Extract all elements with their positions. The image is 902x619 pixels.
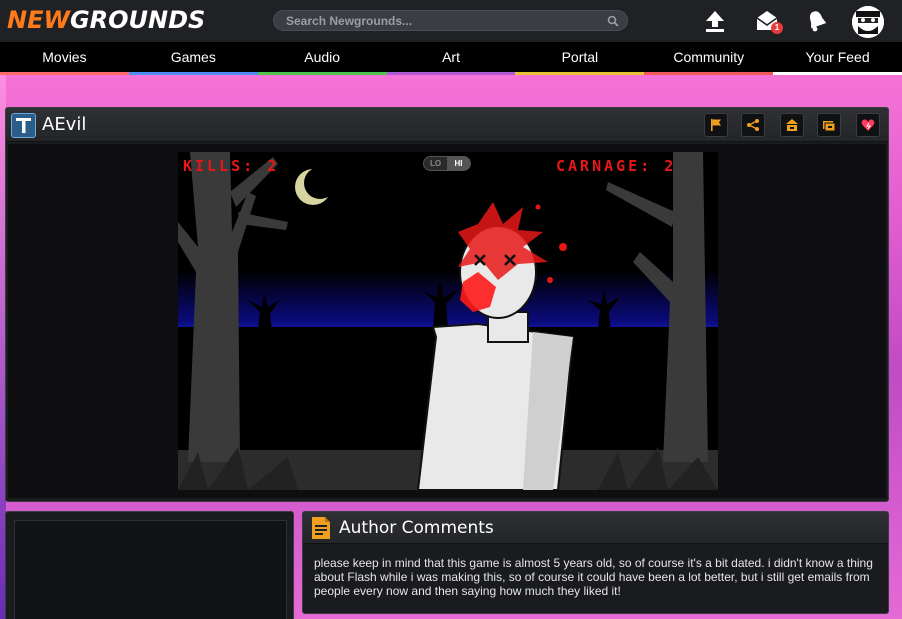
favorite-folder-icon bbox=[823, 121, 836, 132]
share-button[interactable] bbox=[741, 113, 765, 137]
nav-movies[interactable]: Movies bbox=[0, 42, 129, 75]
heart-icon bbox=[861, 119, 875, 131]
upload-icon[interactable] bbox=[702, 8, 728, 34]
upload-to-button[interactable] bbox=[780, 113, 804, 137]
game-canvas[interactable]: KILLS: 2 CARNAGE: 2 LO HI bbox=[178, 152, 718, 490]
kills-counter: KILLS: 2 bbox=[183, 157, 280, 175]
document-icon bbox=[312, 517, 330, 539]
nav-games[interactable]: Games bbox=[128, 42, 258, 75]
quality-hi[interactable]: HI bbox=[447, 157, 470, 170]
nav-underline bbox=[128, 72, 258, 75]
search-input[interactable] bbox=[286, 11, 596, 30]
carnage-counter: CARNAGE: 2 bbox=[556, 157, 677, 175]
side-panel bbox=[5, 511, 294, 619]
nav-underline bbox=[0, 72, 129, 75]
nav-underline bbox=[644, 72, 774, 75]
nav-underline bbox=[515, 72, 645, 75]
main-nav: Movies Games Audio Art Portal Community … bbox=[0, 42, 902, 75]
nav-art[interactable]: Art bbox=[386, 42, 516, 75]
upload-to-icon bbox=[786, 119, 798, 131]
author-comments-text: please keep in mind that this game is al… bbox=[314, 556, 873, 598]
avatar-face-icon bbox=[852, 6, 884, 38]
nav-community[interactable]: Community bbox=[644, 42, 774, 75]
author-comments-header: Author Comments bbox=[303, 512, 888, 544]
quality-toggle[interactable]: LO HI bbox=[423, 156, 471, 171]
nav-portal[interactable]: Portal bbox=[515, 42, 645, 75]
favorite-folder-button[interactable] bbox=[817, 113, 841, 137]
nav-your-feed[interactable]: Your Feed bbox=[773, 42, 902, 75]
newgrounds-logo[interactable]: NEWGROUNDS bbox=[7, 6, 205, 34]
notification-badge: 1 bbox=[771, 22, 783, 34]
nav-underline bbox=[257, 72, 387, 75]
game-title: AEvil bbox=[42, 114, 87, 135]
search-icon[interactable] bbox=[607, 15, 619, 27]
side-panel-content bbox=[14, 520, 287, 619]
game-scene bbox=[178, 152, 718, 490]
flag-icon bbox=[711, 119, 721, 131]
heart-button[interactable] bbox=[856, 113, 880, 137]
game-type-icon bbox=[11, 113, 36, 138]
search-box[interactable] bbox=[273, 10, 628, 31]
author-comments-panel: Author Comments please keep in mind that… bbox=[302, 511, 889, 614]
top-bar: NEWGROUNDS 1 bbox=[0, 0, 902, 42]
nav-audio[interactable]: Audio bbox=[257, 42, 387, 75]
game-panel: AEvil KILLS: 2 CARNAGE: 2 LO HI bbox=[5, 107, 889, 502]
nav-underline bbox=[386, 72, 516, 75]
nav-underline bbox=[773, 72, 902, 75]
quality-lo[interactable]: LO bbox=[424, 157, 447, 170]
share-icon bbox=[747, 119, 759, 131]
game-panel-header: AEvil bbox=[6, 108, 888, 142]
avatar[interactable] bbox=[852, 6, 884, 38]
game-area: KILLS: 2 CARNAGE: 2 LO HI bbox=[8, 144, 886, 498]
flag-button[interactable] bbox=[704, 113, 728, 137]
author-comments-title: Author Comments bbox=[339, 518, 494, 538]
bell-icon[interactable] bbox=[804, 8, 830, 34]
